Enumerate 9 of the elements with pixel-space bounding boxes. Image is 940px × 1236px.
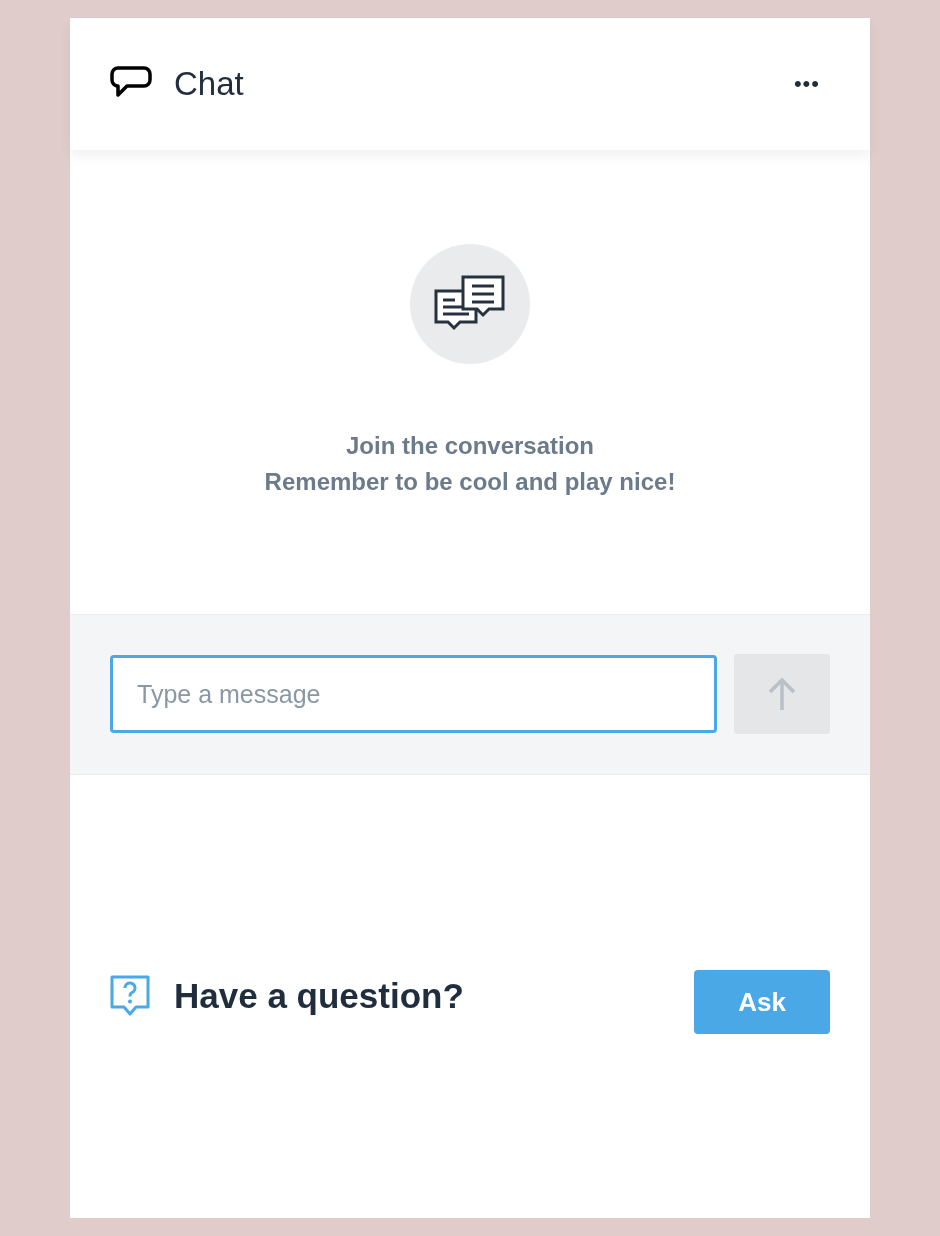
conversation-icon	[434, 274, 506, 333]
chat-title: Chat	[174, 65, 245, 103]
question-bubble-icon	[110, 975, 150, 1018]
question-prompt: Have a question?	[174, 976, 465, 1017]
message-input-field[interactable]: Type a message	[110, 655, 717, 733]
up-arrow-icon	[767, 677, 797, 711]
more-options-button[interactable]: •••	[783, 71, 830, 97]
empty-state-title: Join the conversation	[345, 430, 595, 461]
empty-state-subtitle: Remember to be cool and play nice!	[264, 466, 676, 497]
